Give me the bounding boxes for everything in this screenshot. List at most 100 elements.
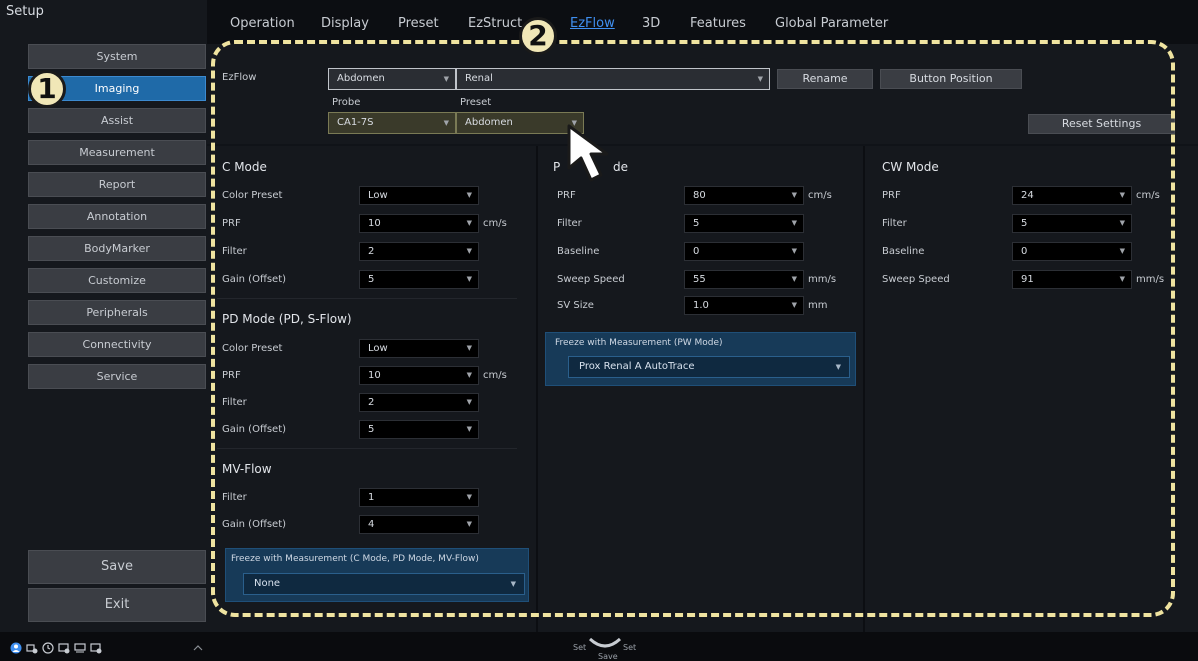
pw-sweep-speed-select[interactable]: 55 ▼ [684,270,804,289]
chevron-down-icon: ▼ [466,520,472,528]
pd-filter-select[interactable]: 2 ▼ [359,393,479,412]
pd-color-preset-select[interactable]: Low ▼ [359,339,479,358]
select-value: 5 [368,424,375,435]
tab-bar: Operation Display Preset EzStruct EzFlow… [207,0,1198,44]
select-value: 5 [368,274,375,285]
sidebar-item-annotation[interactable]: Annotation [28,204,206,229]
storage-icon[interactable] [58,642,70,654]
reset-settings-button[interactable]: Reset Settings [1028,114,1175,134]
application-select[interactable]: Abdomen ▼ [328,68,456,90]
select-value: 2 [368,246,375,257]
row-label: Filter [222,492,247,503]
chevron-down-icon: ▼ [1119,247,1125,255]
mv-gain-select[interactable]: 4 ▼ [359,515,479,534]
clock-icon[interactable] [42,642,54,654]
c-prf-select[interactable]: 10 ▼ [359,214,479,233]
sidebar-item-connectivity[interactable]: Connectivity [28,332,206,357]
probe-select[interactable]: CA1-7S ▼ [328,112,456,134]
pw-sv-size-select[interactable]: 1.0 ▼ [684,296,804,315]
select-value: 10 [368,218,381,229]
content-area: EzFlow Abdomen ▼ Renal ▼ Rename Button Pos… [207,44,1198,632]
rename-button[interactable]: Rename [777,69,873,89]
tab-3d[interactable]: 3D [642,16,660,31]
ezflow-name-value: Renal [465,73,493,84]
set-right-label: Set [623,643,637,652]
row-label: Color Preset [222,343,283,354]
chevron-down-icon: ▼ [466,398,472,406]
chevron-down-icon: ▼ [791,247,797,255]
cw-sweep-speed-select[interactable]: 91 ▼ [1012,270,1132,289]
pd-mode-title: PD Mode (PD, S-Flow) [222,312,352,326]
chevron-up-icon[interactable] [192,642,204,654]
select-value: 1 [368,492,375,503]
sidebar-item-measurement[interactable]: Measurement [28,140,206,165]
freeze-pw-select[interactable]: Prox Renal A AutoTrace ▼ [568,356,850,378]
mv-filter-select[interactable]: 1 ▼ [359,488,479,507]
tab-operation[interactable]: Operation [230,16,295,31]
row-label: Gain (Offset) [222,519,287,530]
row-label: PRF [222,370,241,381]
unit-label: cm/s [808,190,832,201]
select-value: Low [368,190,388,201]
dicom-icon[interactable] [74,642,86,654]
color-modes-column: C Mode Color Preset Low ▼ PRF 10 ▼ cm/s Fi… [207,146,536,632]
bottom-status-bar: Set Set Save [0,632,1198,661]
save-button[interactable]: Save [28,550,206,584]
button-position-button[interactable]: Button Position [880,69,1022,89]
tab-global-parameter[interactable]: Global Parameter [775,16,888,31]
c-gain-select[interactable]: 5 ▼ [359,270,479,289]
row-label: PRF [557,190,576,201]
pw-baseline-select[interactable]: 0 ▼ [684,242,804,261]
sidebar-item-customize[interactable]: Customize [28,268,206,293]
select-value: 24 [1021,190,1034,201]
freeze-c-title: Freeze with Measurement (C Mode, PD Mode… [231,554,479,564]
freeze-c-select[interactable]: None ▼ [243,573,525,595]
pw-prf-select[interactable]: 80 ▼ [684,186,804,205]
tab-display[interactable]: Display [321,16,369,31]
select-value: 1.0 [693,300,709,311]
tab-features[interactable]: Features [690,16,746,31]
mouse-cursor-icon [567,124,609,182]
tab-ezflow[interactable]: EzFlow [570,16,615,31]
set-left-label: Set [573,643,587,652]
c-color-preset-select[interactable]: Low ▼ [359,186,479,205]
sidebar-item-report[interactable]: Report [28,172,206,197]
exit-button[interactable]: Exit [28,588,206,622]
pw-filter-select[interactable]: 5 ▼ [684,214,804,233]
freeze-pw-title: Freeze with Measurement (PW Mode) [555,338,723,348]
pd-gain-select[interactable]: 5 ▼ [359,420,479,439]
tab-ezstruct[interactable]: EzStruct [468,16,522,31]
select-value: 5 [693,218,700,229]
unit-label: cm/s [483,370,507,381]
probe-label: Probe [332,97,361,108]
select-value: 55 [693,274,706,285]
sidebar-item-peripherals[interactable]: Peripherals [28,300,206,325]
sidebar-item-system[interactable]: System [28,44,206,69]
ezflow-name-select[interactable]: Renal ▼ [456,68,770,90]
pw-mode-title-start: P [553,160,561,174]
c-filter-select[interactable]: 2 ▼ [359,242,479,261]
row-label: Gain (Offset) [222,424,287,435]
row-label: Filter [882,218,907,229]
chevron-down-icon: ▼ [466,344,472,352]
row-label: Baseline [557,246,600,257]
chevron-down-icon: ▼ [466,247,472,255]
row-label: PRF [882,190,901,201]
tab-preset[interactable]: Preset [398,16,439,31]
network-icon[interactable] [26,642,38,654]
sidebar-item-bodymarker[interactable]: BodyMarker [28,236,206,261]
cw-baseline-select[interactable]: 0 ▼ [1012,242,1132,261]
sidebar-item-assist[interactable]: Assist [28,108,206,133]
user-icon[interactable] [10,642,22,654]
c-mode-title: C Mode [222,160,267,174]
cw-filter-select[interactable]: 5 ▼ [1012,214,1132,233]
row-label: Filter [222,397,247,408]
chevron-down-icon: ▼ [1119,191,1125,199]
cw-prf-select[interactable]: 24 ▼ [1012,186,1132,205]
printer-icon[interactable] [90,642,102,654]
pd-prf-select[interactable]: 10 ▼ [359,366,479,385]
select-value: 10 [368,370,381,381]
sidebar-item-service[interactable]: Service [28,364,206,389]
probe-value: CA1-7S [337,117,374,128]
unit-label: mm [808,300,828,311]
